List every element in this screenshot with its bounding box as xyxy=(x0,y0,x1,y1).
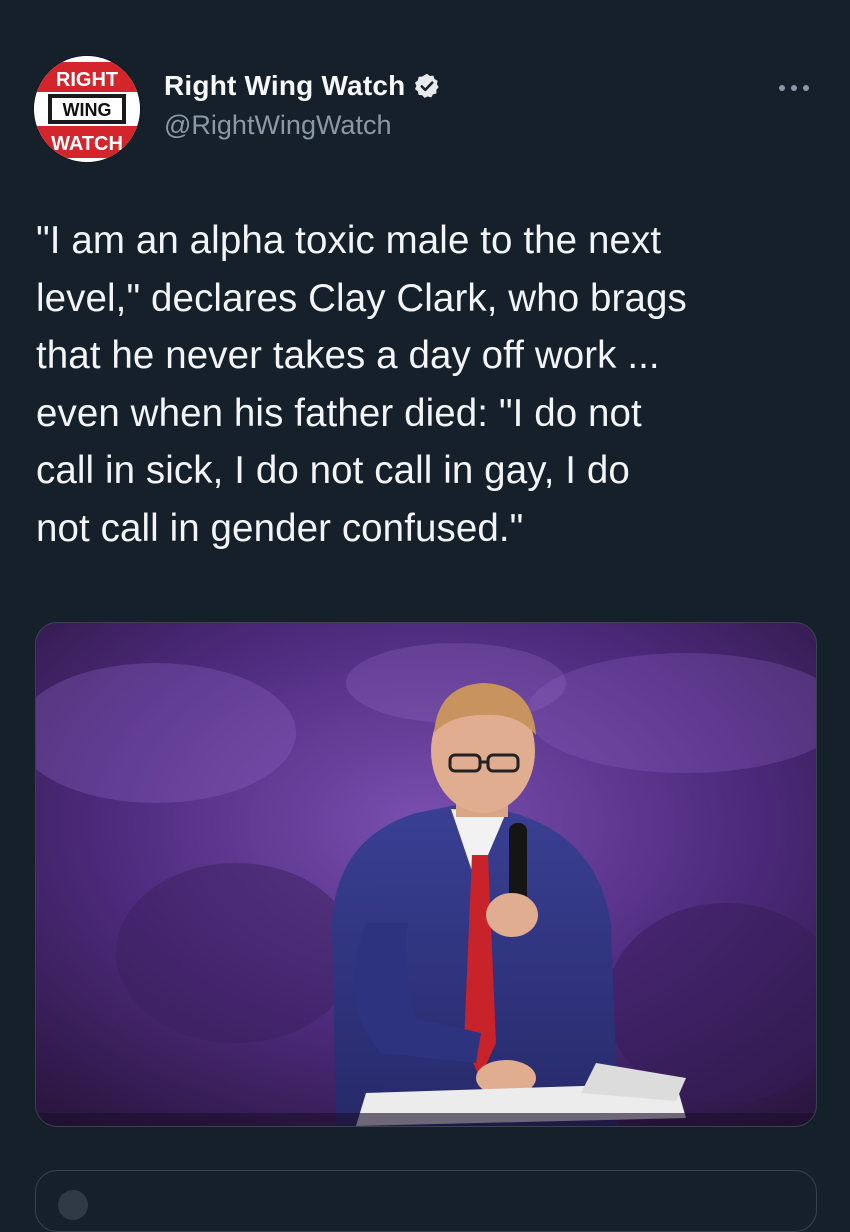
right-wing-watch-logo-icon: RIGHT WING WATCH xyxy=(34,56,140,162)
author-avatar[interactable]: RIGHT WING WATCH xyxy=(34,56,140,162)
logo-line-2: WING xyxy=(63,100,112,120)
author-name-row: Right Wing Watch xyxy=(164,70,441,102)
logo-line-3: WATCH xyxy=(51,133,123,155)
author-display-name[interactable]: Right Wing Watch xyxy=(164,70,405,102)
tweet-text: "I am an alpha toxic male to the next le… xyxy=(36,219,687,550)
more-dots-icon xyxy=(779,85,809,91)
logo-line-1: RIGHT xyxy=(56,69,118,91)
quoted-avatar xyxy=(58,1190,88,1220)
author-handle[interactable]: @RightWingWatch xyxy=(164,110,391,141)
tweet-media-photo[interactable] xyxy=(35,622,817,1127)
speaker-photo xyxy=(36,623,816,1126)
more-options-button[interactable] xyxy=(776,78,812,98)
quoted-tweet-card[interactable] xyxy=(35,1170,817,1232)
verified-badge-icon xyxy=(413,72,441,100)
tweet-header: RIGHT WING WATCH Right Wing Watch @Right… xyxy=(0,0,850,180)
